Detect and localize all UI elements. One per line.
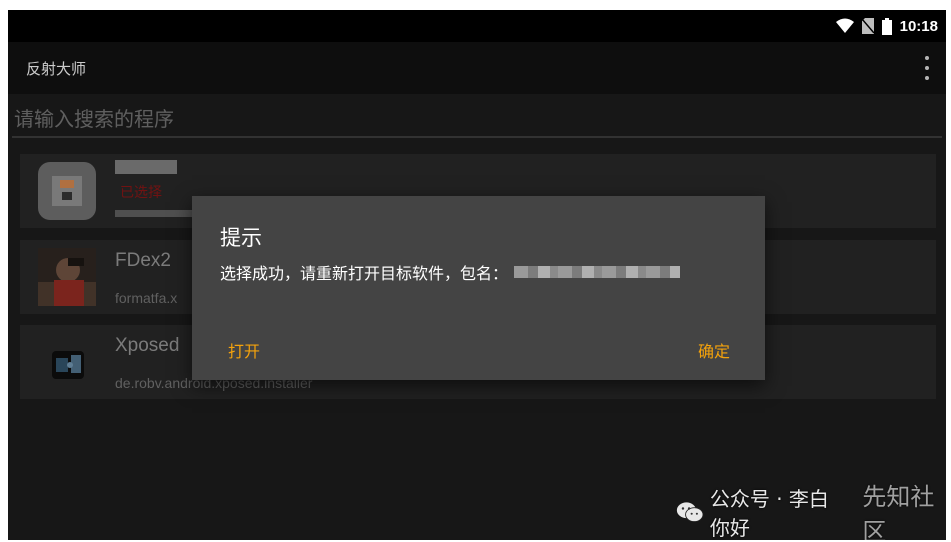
dialog-message-text: 选择成功，请重新打开目标软件，包名：: [220, 264, 509, 283]
no-sim-icon: [861, 18, 874, 34]
status-bar: 10:18: [8, 10, 946, 42]
wifi-icon: [835, 18, 854, 33]
watermark-account: 公众号 · 李白你好: [709, 487, 829, 540]
watermark: 公众号 · 李白你好 先知社区: [676, 483, 946, 540]
status-time: 10:18: [899, 17, 938, 35]
watermark-site: 先知社区: [862, 483, 935, 540]
dialog-title: 提示: [220, 226, 262, 250]
device-screen: 10:18 反射大师 已选择 FDex2 formatfa.x: [8, 10, 946, 540]
status-icons: 10:18: [835, 15, 938, 37]
alert-dialog: 提示 选择成功，请重新打开目标软件，包名： 打开 确定: [192, 196, 765, 380]
dialog-message: 选择成功，请重新打开目标软件，包名：: [220, 260, 681, 284]
open-button[interactable]: 打开: [228, 338, 260, 362]
wechat-icon: [676, 502, 704, 523]
confirm-button[interactable]: 确定: [698, 338, 730, 362]
battery-icon: [881, 17, 892, 35]
redacted-package-name: [514, 266, 681, 278]
